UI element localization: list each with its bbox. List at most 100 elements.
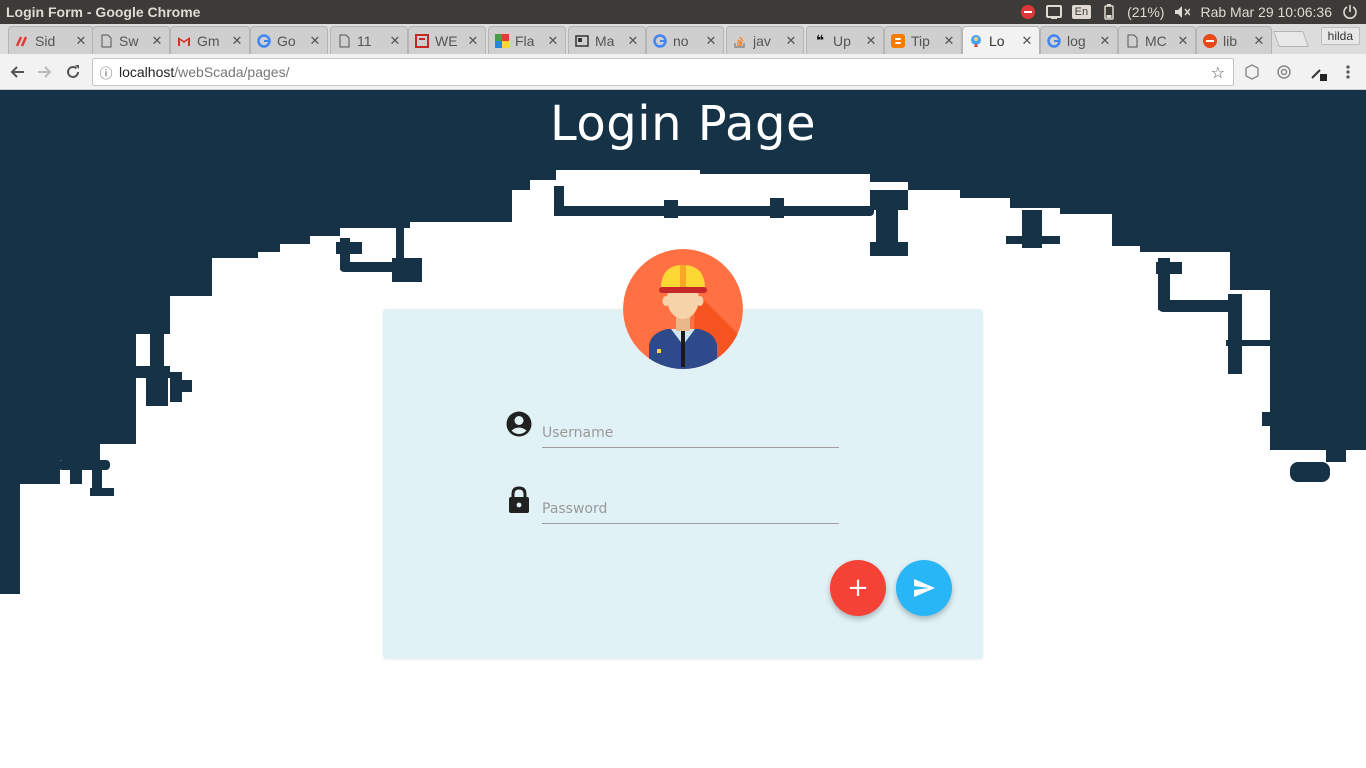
tab[interactable]: MC ✕ bbox=[1118, 26, 1196, 54]
worker-avatar bbox=[623, 249, 743, 369]
back-arrow-icon bbox=[10, 66, 24, 78]
google-icon bbox=[653, 33, 667, 48]
tab[interactable]: Fla ✕ bbox=[488, 26, 566, 54]
info-icon[interactable]: ⓘ bbox=[93, 63, 119, 82]
tab-label: WE bbox=[435, 32, 458, 49]
account-circle-icon bbox=[506, 411, 532, 437]
tab-label: Gm bbox=[197, 32, 220, 49]
close-icon[interactable]: ✕ bbox=[467, 33, 479, 49]
tab-active[interactable]: Lo ✕ bbox=[962, 26, 1040, 54]
bookmark-star-icon[interactable]: ☆ bbox=[1211, 63, 1225, 83]
tab-label: Lo bbox=[989, 32, 1005, 49]
page-viewport: Login Page Username + bbox=[0, 90, 1366, 768]
tab-label: Fla bbox=[515, 32, 535, 49]
tab-label: Sid bbox=[35, 32, 56, 49]
close-icon[interactable]: ✕ bbox=[309, 33, 321, 49]
close-icon[interactable]: ✕ bbox=[1177, 33, 1189, 49]
close-icon[interactable]: ✕ bbox=[705, 33, 717, 49]
close-icon[interactable]: ✕ bbox=[1253, 33, 1265, 49]
tab-label: log bbox=[1067, 32, 1086, 49]
battery-percent: (21%) bbox=[1127, 4, 1165, 20]
forward-button[interactable] bbox=[34, 61, 56, 83]
tab-label: MC bbox=[1145, 32, 1167, 49]
google-icon bbox=[1047, 33, 1061, 48]
browser-toolbar: ⓘ localhost/webScada/pages/ ☆ bbox=[0, 54, 1366, 90]
cast-icon[interactable] bbox=[1045, 4, 1062, 20]
close-icon[interactable]: ✕ bbox=[547, 33, 559, 49]
tab-strip: Sid ✕ Sw ✕ Gm ✕ Go ✕ 11 ✕ WE ✕ Fla ✕ Ma … bbox=[0, 24, 1366, 54]
close-icon[interactable]: ✕ bbox=[627, 33, 639, 49]
reload-icon bbox=[67, 65, 79, 78]
pinterest-like-icon bbox=[15, 34, 29, 48]
tab[interactable]: ❝ Up ✕ bbox=[806, 26, 884, 54]
menu-icon[interactable] bbox=[1338, 62, 1358, 82]
url-path: /webScada/pages/ bbox=[174, 64, 290, 80]
close-icon[interactable]: ✕ bbox=[75, 33, 87, 49]
power-icon[interactable] bbox=[1342, 4, 1358, 20]
tab-label: Sw bbox=[119, 32, 139, 49]
tab-label: lib bbox=[1223, 32, 1238, 49]
new-tab-button[interactable] bbox=[1273, 31, 1309, 47]
tab[interactable]: 11 ✕ bbox=[330, 26, 408, 54]
clock[interactable]: Rab Mar 29 10:06:36 bbox=[1200, 4, 1332, 20]
tab[interactable]: log ✕ bbox=[1040, 26, 1118, 54]
tab[interactable]: Sid ✕ bbox=[8, 26, 94, 54]
eyedropper-icon[interactable] bbox=[1308, 62, 1328, 82]
stackoverflow-icon bbox=[733, 34, 747, 48]
tab[interactable]: no ✕ bbox=[646, 26, 724, 54]
tab[interactable]: Gm ✕ bbox=[170, 26, 250, 54]
battery-icon[interactable] bbox=[1101, 4, 1117, 20]
tab[interactable]: Sw ✕ bbox=[92, 26, 170, 54]
close-icon[interactable]: ✕ bbox=[231, 33, 243, 49]
tab-label: Go bbox=[277, 32, 296, 49]
close-icon[interactable]: ✕ bbox=[1021, 33, 1033, 49]
close-icon[interactable]: ✕ bbox=[389, 33, 401, 49]
username-field bbox=[505, 410, 839, 458]
engineer-avatar-icon bbox=[623, 249, 743, 369]
web-icon bbox=[415, 33, 429, 48]
close-icon[interactable]: ✕ bbox=[785, 33, 797, 49]
news-icon bbox=[575, 34, 589, 48]
username-input[interactable] bbox=[542, 418, 839, 448]
page-title: Login Page bbox=[550, 96, 816, 152]
close-icon[interactable]: ✕ bbox=[1099, 33, 1111, 49]
tab-label: Ma bbox=[595, 32, 615, 49]
password-input[interactable] bbox=[542, 494, 839, 524]
extension-swirl-icon[interactable] bbox=[1274, 62, 1294, 82]
gmail-icon bbox=[177, 34, 191, 48]
add-button[interactable]: + bbox=[830, 560, 886, 616]
close-icon[interactable]: ✕ bbox=[151, 33, 163, 49]
record-stop-icon[interactable] bbox=[1020, 4, 1036, 20]
google-icon bbox=[257, 33, 271, 48]
page-icon bbox=[1125, 34, 1139, 48]
password-field bbox=[505, 486, 839, 534]
keyboard-language-icon[interactable]: En bbox=[1071, 5, 1092, 19]
ask-icon bbox=[1203, 33, 1217, 48]
tab-label: Up bbox=[833, 32, 851, 49]
tab[interactable]: Tip ✕ bbox=[884, 26, 962, 54]
window-title: Login Form - Google Chrome bbox=[6, 4, 201, 20]
tab[interactable]: jav ✕ bbox=[726, 26, 804, 54]
close-icon[interactable]: ✕ bbox=[865, 33, 877, 49]
close-icon[interactable]: ✕ bbox=[943, 33, 955, 49]
send-login-button[interactable] bbox=[896, 560, 952, 616]
tab-label: no bbox=[673, 32, 689, 49]
tab-label: 11 bbox=[357, 32, 372, 49]
tab[interactable]: lib ✕ bbox=[1196, 26, 1272, 54]
reload-button[interactable] bbox=[62, 61, 84, 83]
tab-label: jav bbox=[753, 32, 771, 49]
system-tray: En (21%) Rab Mar 29 10:06:36 bbox=[1020, 0, 1366, 24]
tab-label: Tip bbox=[911, 32, 930, 49]
volume-muted-icon[interactable] bbox=[1174, 4, 1191, 20]
url-host: localhost bbox=[119, 64, 175, 80]
address-bar[interactable]: ⓘ localhost/webScada/pages/ ☆ bbox=[92, 58, 1234, 86]
extension-cube-icon[interactable] bbox=[1242, 62, 1262, 82]
profile-button[interactable]: hilda bbox=[1320, 27, 1360, 45]
login-favicon bbox=[969, 34, 983, 48]
forward-arrow-icon bbox=[38, 66, 52, 78]
tab[interactable]: WE ✕ bbox=[408, 26, 486, 54]
tab[interactable]: Go ✕ bbox=[250, 26, 328, 54]
system-top-bar: Login Form - Google Chrome En (21%) Rab … bbox=[0, 0, 1366, 24]
back-button[interactable] bbox=[6, 61, 28, 83]
tab[interactable]: Ma ✕ bbox=[568, 26, 646, 54]
